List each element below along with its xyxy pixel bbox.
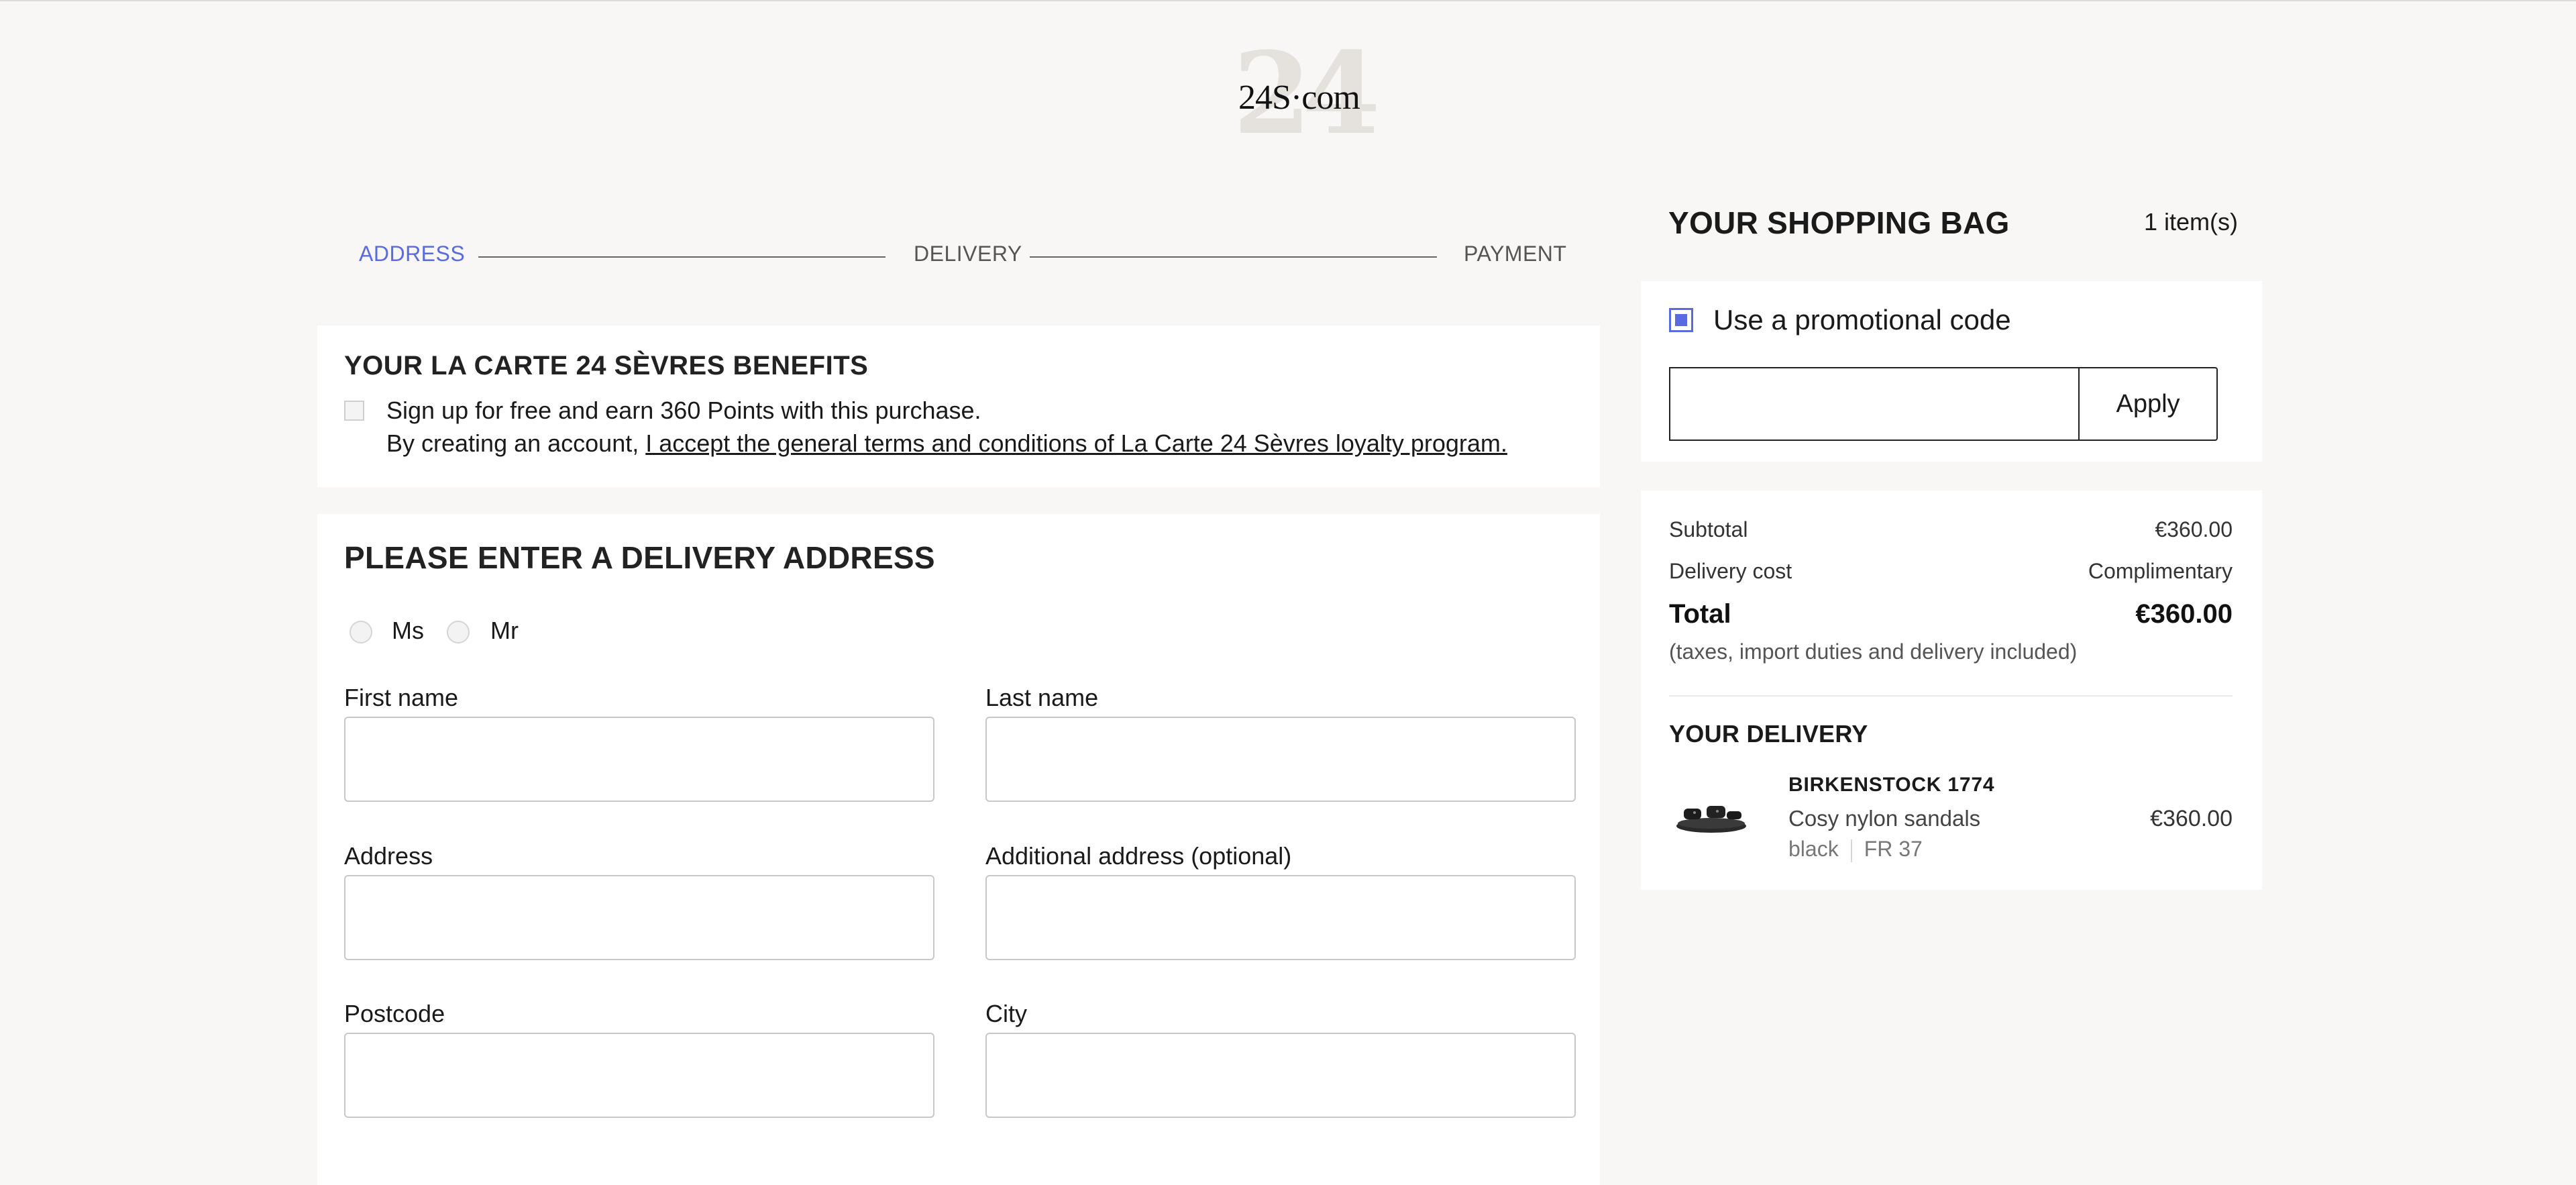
step-payment: PAYMENT	[1464, 242, 1567, 266]
radio-mr-label: Mr	[490, 617, 519, 644]
radio-ms-label: Ms	[392, 617, 424, 644]
product-price: €360.00	[2150, 806, 2233, 831]
postcode-label: Postcode	[344, 1000, 445, 1027]
subtotal-value: €360.00	[2155, 517, 2233, 542]
first-name-label: First name	[344, 684, 459, 711]
last-name-input[interactable]	[985, 717, 1576, 802]
apply-promo-button[interactable]: Apply	[2078, 367, 2218, 441]
total-label: Total	[1669, 599, 1731, 629]
promo-code-checkbox[interactable]	[1669, 308, 1693, 332]
promo-code-label: Use a promotional code	[1713, 304, 2011, 336]
terms-prefix: By creating an account,	[386, 429, 646, 457]
subtotal-row: Subtotal €360.00	[1669, 517, 2233, 542]
subtotal-label: Subtotal	[1669, 517, 1748, 542]
sandal-product-image[interactable]	[1674, 791, 1748, 838]
shopping-bag-title: YOUR SHOPPING BAG	[1668, 205, 2010, 240]
delivery-cost-value: Complimentary	[2088, 559, 2233, 583]
address-input[interactable]	[344, 875, 934, 960]
product-size: FR 37	[1864, 837, 1923, 861]
product-color: black	[1788, 837, 1839, 861]
radio-ms[interactable]	[350, 621, 372, 643]
city-input[interactable]	[985, 1033, 1576, 1118]
summary-divider	[1669, 695, 2233, 697]
additional-address-label: Additional address (optional)	[985, 842, 1292, 870]
product-meta: black FR 37	[1788, 837, 1923, 862]
loyalty-signup-text: Sign up for free and earn 360 Points wit…	[386, 397, 981, 424]
total-value: €360.00	[2135, 599, 2233, 629]
step-divider	[1030, 256, 1437, 258]
address-label: Address	[344, 842, 433, 870]
total-row: Total €360.00	[1669, 599, 2233, 629]
bag-item-count: 1 item(s)	[2144, 208, 2239, 236]
loyalty-signup-checkbox[interactable]	[344, 401, 364, 421]
loyalty-terms-text: By creating an account, I accept the gen…	[386, 429, 1507, 458]
step-delivery: DELIVERY	[914, 242, 1022, 266]
last-name-label: Last name	[985, 684, 1099, 711]
benefits-title: YOUR LA CARTE 24 SÈVRES BENEFITS	[344, 351, 869, 380]
product-brand: BIRKENSTOCK 1774	[1788, 774, 1995, 796]
radio-mr[interactable]	[447, 621, 470, 643]
additional-address-input[interactable]	[985, 875, 1576, 960]
address-form-title: PLEASE ENTER A DELIVERY ADDRESS	[344, 540, 935, 575]
first-name-input[interactable]	[344, 717, 934, 802]
loyalty-terms-link[interactable]: I accept the general terms and condition…	[645, 429, 1507, 457]
top-border	[0, 0, 2576, 1]
product-name: Cosy nylon sandals	[1788, 806, 1981, 831]
delivery-cost-row: Delivery cost Complimentary	[1669, 559, 2233, 584]
site-logo[interactable]: 24 24S·com	[1233, 37, 1381, 150]
promo-code-input[interactable]	[1669, 367, 2078, 441]
city-label: City	[985, 1000, 1027, 1027]
delivery-address-panel: PLEASE ENTER A DELIVERY ADDRESS Ms Mr Fi…	[317, 514, 1600, 1185]
tax-note: (taxes, import duties and delivery inclu…	[1669, 639, 2078, 664]
promo-code-panel: Use a promotional code Apply	[1641, 281, 2262, 462]
salutation-group: Ms Mr	[350, 617, 551, 646]
your-delivery-title: YOUR DELIVERY	[1669, 720, 1868, 748]
step-divider	[478, 256, 885, 258]
order-summary-panel: Subtotal €360.00 Delivery cost Complimen…	[1641, 491, 2262, 890]
checkout-steps: ADDRESS DELIVERY PAYMENT	[359, 242, 1566, 272]
delivery-cost-label: Delivery cost	[1669, 559, 1792, 583]
logo-text: 24S·com	[1238, 79, 1360, 117]
meta-separator	[1850, 839, 1852, 862]
loyalty-benefits-panel: YOUR LA CARTE 24 SÈVRES BENEFITS Sign up…	[317, 325, 1600, 487]
step-address[interactable]: ADDRESS	[359, 242, 465, 266]
postcode-input[interactable]	[344, 1033, 934, 1118]
